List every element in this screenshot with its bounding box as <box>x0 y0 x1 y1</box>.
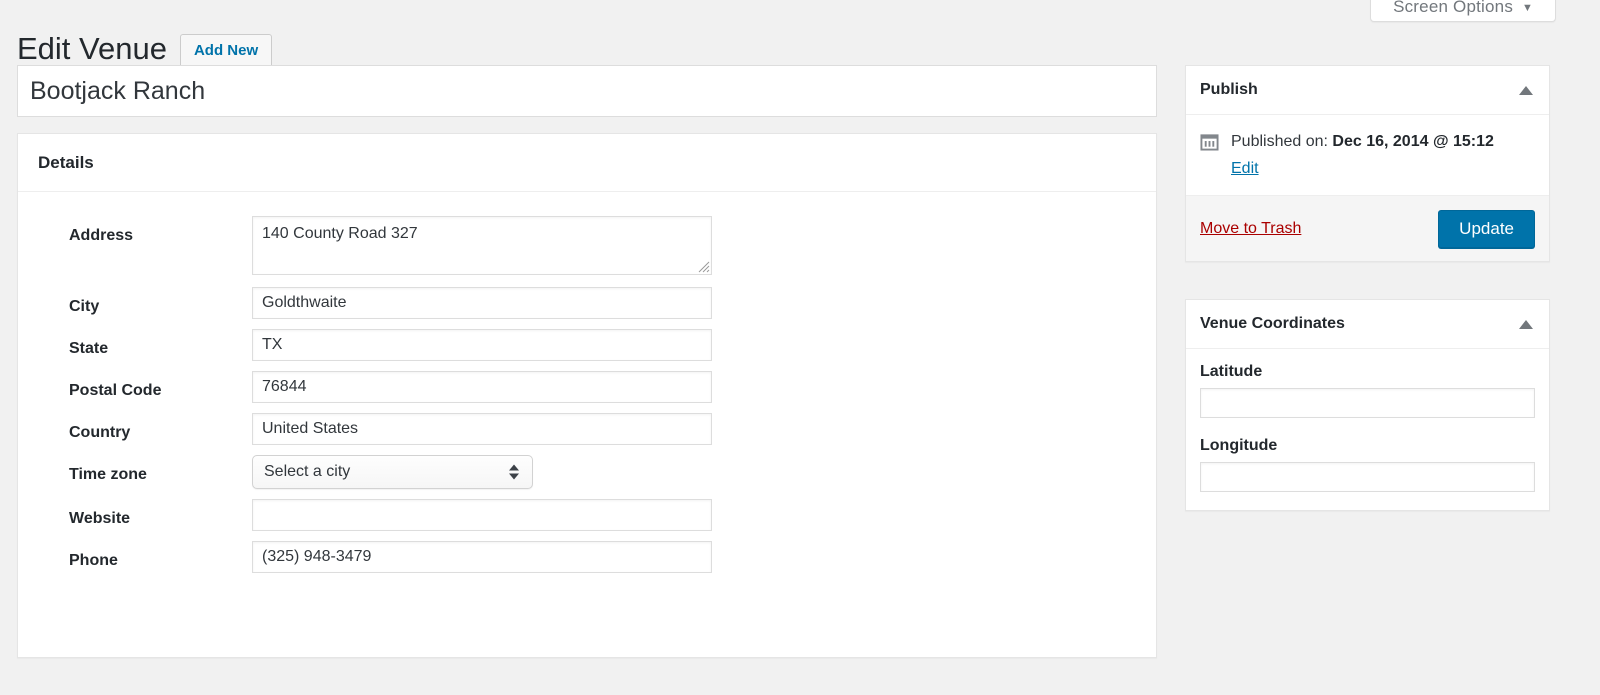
details-metabox: Details Address 140 County Road 327 City… <box>17 133 1157 658</box>
venue-coordinates-heading: Venue Coordinates <box>1200 315 1345 332</box>
city-control <box>252 287 712 319</box>
longitude-input[interactable] <box>1200 462 1535 492</box>
page-title: Edit Venue <box>17 30 167 66</box>
field-row: Address 140 County Road 327 <box>18 216 1156 275</box>
screen-options-label: Screen Options <box>1393 0 1514 16</box>
field-row: Time zone Select a city <box>18 455 1156 489</box>
publish-heading: Publish <box>1200 81 1258 98</box>
field-row: Postal Code <box>18 371 1156 403</box>
latitude-input[interactable] <box>1200 388 1535 418</box>
state-control <box>252 329 712 361</box>
move-to-trash-link[interactable]: Move to Trash <box>1200 220 1301 238</box>
state-label: State <box>69 340 109 357</box>
details-metabox-body: Address 140 County Road 327 City Goldthw… <box>18 192 1156 573</box>
field-row: Website <box>18 499 1156 531</box>
publish-metabox-body: Published on: Dec 16, 2014 @ 15:12 Edit <box>1186 115 1549 195</box>
publish-metabox-header: Publish <box>1186 66 1549 115</box>
website-label: Website <box>69 510 131 527</box>
address-control: 140 County Road 327 <box>252 216 712 275</box>
website-control <box>252 499 712 531</box>
time-zone-select[interactable]: Select a city <box>252 455 533 489</box>
published-on-row: Published on: Dec 16, 2014 @ 15:12 Edit <box>1200 130 1535 181</box>
time-zone-selected-value: Select a city <box>264 463 351 480</box>
city-label: City <box>69 298 100 315</box>
chevron-up-icon[interactable] <box>1519 319 1533 329</box>
field-row: Phone <box>18 541 1156 573</box>
website-input[interactable] <box>252 499 712 531</box>
city-input[interactable] <box>252 287 712 319</box>
venue-coordinates-header: Venue Coordinates <box>1186 300 1549 349</box>
phone-label: Phone <box>69 552 118 569</box>
admin-page: Screen Options ▼ Edit Venue Add New Deta… <box>0 0 1600 695</box>
chevron-down-icon: ▼ <box>1522 2 1533 14</box>
state-input[interactable] <box>252 329 712 361</box>
screen-options-tab[interactable]: Screen Options ▼ <box>1370 0 1556 22</box>
postal-code-control <box>252 371 712 403</box>
postal-code-input[interactable] <box>252 371 712 403</box>
field-row: City <box>18 287 1156 319</box>
calendar-icon <box>1200 134 1219 151</box>
time-zone-control: Select a city <box>252 455 533 489</box>
update-button[interactable]: Update <box>1438 209 1535 248</box>
longitude-label: Longitude <box>1200 437 1278 454</box>
country-label: Country <box>69 424 131 441</box>
venue-coordinates-body: Latitude Longitude <box>1186 349 1549 510</box>
published-on-text: Published on: Dec 16, 2014 @ 15:12 Edit <box>1231 130 1494 181</box>
address-textarea[interactable]: 140 County Road 327 <box>252 216 712 275</box>
phone-input[interactable] <box>252 541 712 573</box>
field-row: State <box>18 329 1156 361</box>
chevron-up-icon[interactable] <box>1519 85 1533 95</box>
published-on-prefix: Published on: <box>1231 133 1328 150</box>
latitude-label: Latitude <box>1200 363 1263 380</box>
phone-control <box>252 541 712 573</box>
postal-code-label: Postal Code <box>69 382 162 399</box>
publish-metabox-footer: Move to Trash Update <box>1186 195 1549 261</box>
country-control <box>252 413 712 445</box>
publish-metabox: Publish Published on: Dec 16, 2014 @ 15:… <box>1185 65 1550 262</box>
time-zone-label: Time zone <box>69 466 147 483</box>
published-on-date: Dec 16, 2014 @ 15:12 <box>1332 133 1494 150</box>
post-title-input[interactable] <box>18 66 1156 116</box>
post-title-wrapper[interactable] <box>17 65 1157 117</box>
details-heading: Details <box>38 152 94 172</box>
address-label: Address <box>69 227 134 244</box>
country-input[interactable] <box>252 413 712 445</box>
add-new-button[interactable]: Add New <box>179 33 273 68</box>
edit-publish-date-link[interactable]: Edit <box>1231 157 1259 181</box>
venue-coordinates-metabox: Venue Coordinates Latitude Longitude <box>1185 299 1550 511</box>
field-row: Country <box>18 413 1156 445</box>
details-metabox-header: Details <box>18 134 1156 192</box>
